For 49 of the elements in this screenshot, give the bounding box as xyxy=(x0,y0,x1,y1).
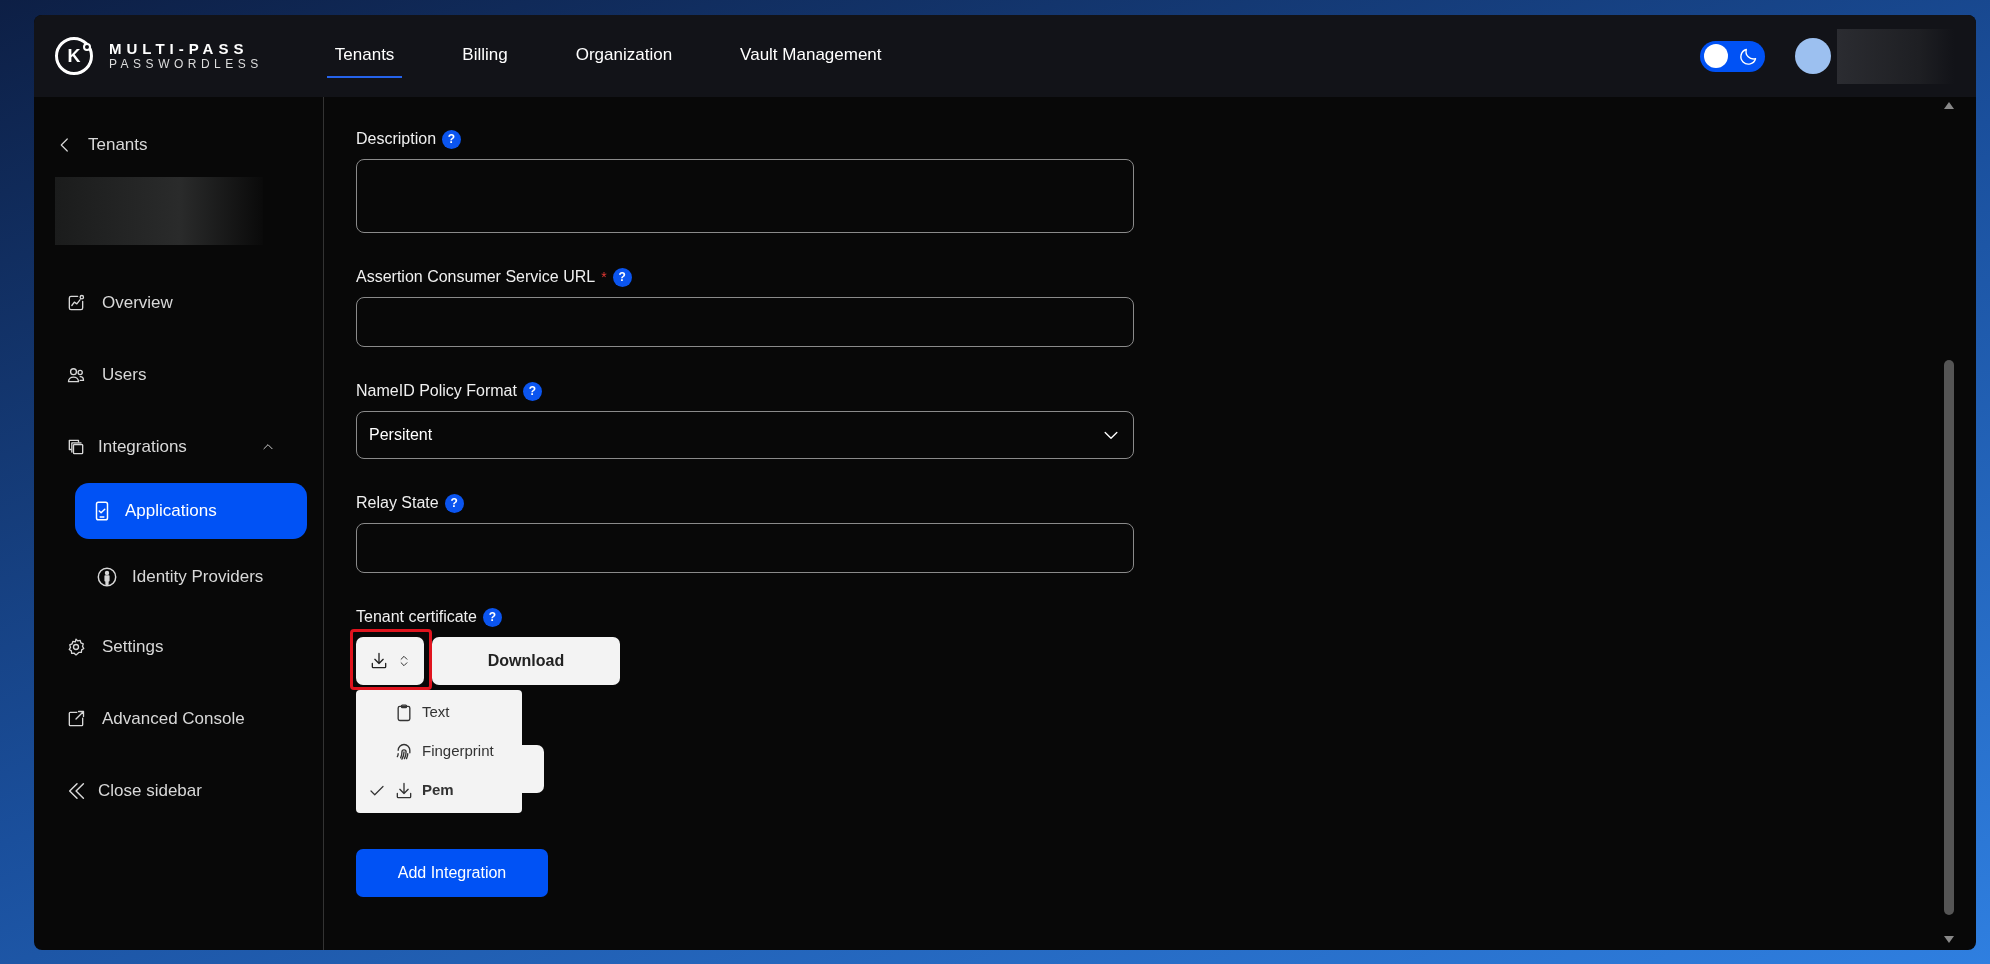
help-icon[interactable]: ? xyxy=(444,493,464,513)
menu-item[interactable]: Text xyxy=(356,693,522,732)
back-link[interactable]: Tenants xyxy=(34,127,323,163)
sidebar-subitem[interactable]: Applications xyxy=(75,483,307,539)
nav-tab[interactable]: Vault Management xyxy=(732,34,890,78)
users-icon xyxy=(66,365,86,385)
add-integration-button[interactable]: Add Integration xyxy=(356,849,548,897)
field-label: NameID Policy Format xyxy=(356,381,517,401)
nav-tab[interactable]: Organization xyxy=(567,34,681,78)
menu-item[interactable]: Pem xyxy=(356,771,522,810)
download-button[interactable]: Download xyxy=(432,637,620,685)
text-area[interactable] xyxy=(356,159,1134,233)
format-dropdown-button[interactable] xyxy=(356,637,424,685)
external-link-icon xyxy=(66,709,86,729)
sidebar-item[interactable]: Settings xyxy=(34,611,323,683)
required-mark: * xyxy=(601,268,607,287)
nav-tab[interactable]: Tenants xyxy=(326,34,403,78)
help-icon[interactable]: ? xyxy=(482,607,502,627)
sidebar-item[interactable]: Users xyxy=(34,339,323,411)
help-icon[interactable]: ? xyxy=(612,267,632,287)
field-label: Description xyxy=(356,129,437,149)
sidebar-item[interactable]: Integrations xyxy=(34,411,323,483)
help-icon[interactable]: ? xyxy=(442,129,462,149)
menu-item[interactable]: Fingerprint xyxy=(356,732,522,771)
select-field[interactable]: Persitent xyxy=(356,411,1134,459)
download-icon xyxy=(394,780,414,801)
sidebar-item[interactable]: Overview xyxy=(34,267,323,339)
settings-icon xyxy=(66,637,86,657)
download-icon xyxy=(369,651,389,671)
chart-icon xyxy=(66,293,86,313)
brand-name: MULTI-PASS xyxy=(109,40,250,58)
copies-icon xyxy=(66,437,86,457)
logo-mark: K xyxy=(55,37,93,75)
brand-tagline: PASSWORDLESS xyxy=(109,57,263,72)
scrollbar-thumb[interactable] xyxy=(1944,360,1954,915)
fingerprint-icon xyxy=(394,741,414,762)
nav-tab[interactable]: Billing xyxy=(454,34,516,78)
help-icon[interactable]: ? xyxy=(522,381,542,401)
sidebar-subitem[interactable]: Identity Providers xyxy=(80,549,312,605)
field-label: Relay State xyxy=(356,493,439,513)
field-label: Tenant certificate xyxy=(356,607,477,627)
sidebar-item[interactable]: Advanced Console xyxy=(34,683,323,755)
field-label: Assertion Consumer Service URL xyxy=(356,267,596,287)
close-sidebar-button[interactable]: Close sidebar xyxy=(34,755,323,827)
text-field[interactable] xyxy=(356,523,1134,573)
theme-toggle[interactable] xyxy=(1700,40,1765,72)
text-field[interactable] xyxy=(356,297,1134,347)
avatar-circle xyxy=(1795,38,1831,74)
person-circle-icon xyxy=(96,566,118,588)
